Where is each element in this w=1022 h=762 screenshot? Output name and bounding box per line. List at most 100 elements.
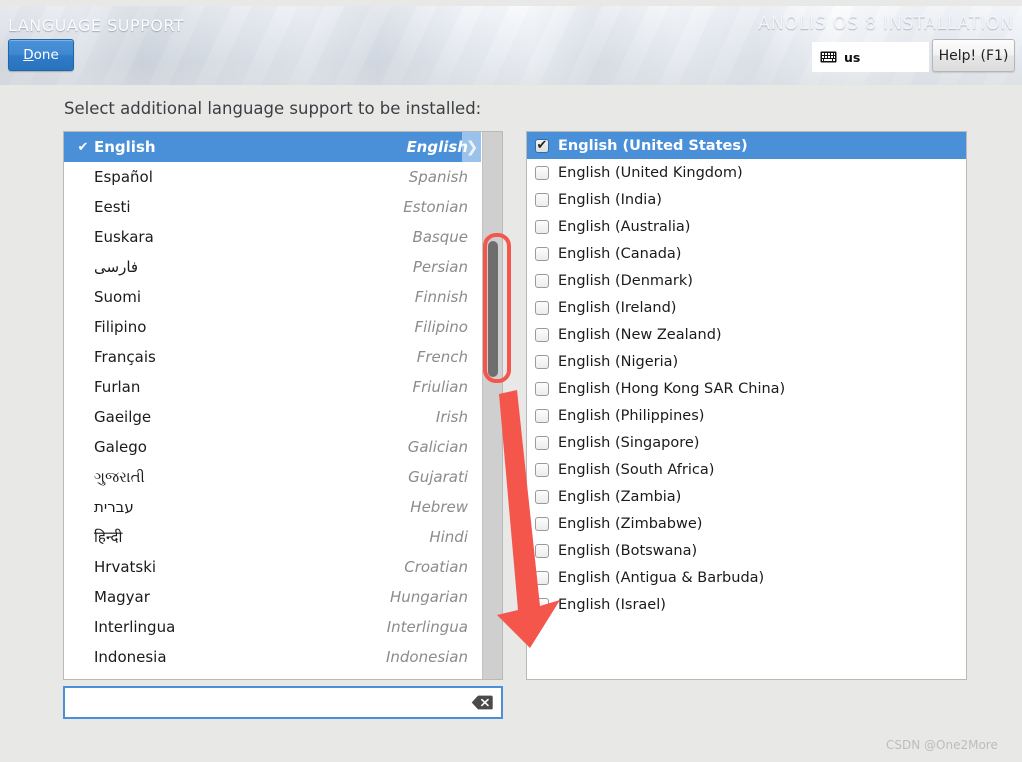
checkbox-icon[interactable] bbox=[535, 300, 549, 315]
checkbox-icon[interactable] bbox=[535, 489, 549, 504]
locale-row[interactable]: English (Antigua & Barbuda) bbox=[527, 564, 966, 591]
language-row[interactable]: עברית Hebrew bbox=[64, 492, 481, 522]
language-native-name: Gaeilge bbox=[94, 408, 152, 426]
keyboard-layout-indicator[interactable]: us bbox=[812, 42, 929, 72]
keyboard-icon bbox=[820, 51, 837, 64]
checkbox-icon[interactable] bbox=[535, 327, 549, 342]
locale-row[interactable]: English (Australia) bbox=[527, 213, 966, 240]
language-list[interactable]: ✔ English English ❯ Español Spanish Eesti Eston… bbox=[63, 131, 503, 680]
checkbox-icon[interactable] bbox=[535, 381, 549, 396]
language-native-name: Suomi bbox=[94, 288, 141, 306]
language-row[interactable]: Español Spanish bbox=[64, 162, 481, 192]
locale-list-rows: English (United States) English (United K… bbox=[527, 132, 966, 618]
locale-label: English (Canada) bbox=[558, 245, 682, 262]
checkbox-icon[interactable] bbox=[535, 219, 549, 234]
locale-row[interactable]: English (South Africa) bbox=[527, 456, 966, 483]
checkbox-icon[interactable] bbox=[535, 246, 549, 261]
clear-text-icon[interactable] bbox=[469, 694, 495, 712]
language-english-name: Friulian bbox=[412, 378, 468, 396]
language-row[interactable]: Suomi Finnish bbox=[64, 282, 481, 312]
checkbox-icon[interactable] bbox=[535, 435, 549, 450]
language-english-name: Finnish bbox=[414, 288, 468, 306]
checkbox-icon[interactable] bbox=[535, 570, 549, 585]
locale-row[interactable]: English (Singapore) bbox=[527, 429, 966, 456]
language-row[interactable]: Galego Galician bbox=[64, 432, 481, 462]
locale-row[interactable]: English (New Zealand) bbox=[527, 321, 966, 348]
locale-label: English (Botswana) bbox=[558, 542, 698, 559]
language-native-name: Furlan bbox=[94, 378, 141, 396]
locale-label: English (Singapore) bbox=[558, 434, 700, 451]
locale-row[interactable]: English (India) bbox=[527, 186, 966, 213]
done-button-mnemonic: D bbox=[23, 47, 34, 63]
locale-row[interactable]: English (Nigeria) bbox=[527, 348, 966, 375]
language-row[interactable]: ગુજરાતી Gujarati bbox=[64, 462, 481, 492]
language-english-name: Croatian bbox=[404, 558, 468, 576]
checkbox-icon[interactable] bbox=[535, 192, 549, 207]
language-row[interactable]: Magyar Hungarian bbox=[64, 582, 481, 612]
locale-label: English (Israel) bbox=[558, 596, 666, 613]
locale-row[interactable]: English (Philippines) bbox=[527, 402, 966, 429]
language-native-name: Euskara bbox=[94, 228, 154, 246]
language-row[interactable]: فارسی Persian bbox=[64, 252, 481, 282]
language-row[interactable]: Filipino Filipino bbox=[64, 312, 481, 342]
locale-row[interactable]: English (Hong Kong SAR China) bbox=[527, 375, 966, 402]
checkbox-icon[interactable] bbox=[535, 354, 549, 369]
checkbox-icon[interactable] bbox=[535, 543, 549, 558]
search-input[interactable] bbox=[65, 688, 469, 717]
checkbox-icon[interactable] bbox=[535, 165, 549, 180]
language-english-name: English bbox=[406, 138, 468, 156]
language-native-name: Filipino bbox=[94, 318, 147, 336]
product-title: ANOLIS OS 8 INSTALLATION bbox=[758, 14, 1014, 34]
language-list-scrollbar[interactable] bbox=[482, 132, 502, 679]
language-english-name: Hungarian bbox=[389, 588, 468, 606]
done-button-label: one bbox=[33, 47, 59, 63]
language-native-name: Interlingua bbox=[94, 618, 176, 636]
watermark: CSDN @One2More bbox=[886, 738, 998, 752]
language-row[interactable]: ✔ English English ❯ bbox=[64, 132, 482, 162]
language-row[interactable]: Euskara Basque bbox=[64, 222, 481, 252]
locale-list[interactable]: English (United States) English (United K… bbox=[526, 131, 967, 680]
locale-row[interactable]: English (Zambia) bbox=[527, 483, 966, 510]
installer-screen: LANGUAGE SUPPORT ANOLIS OS 8 INSTALLATIO… bbox=[0, 0, 1022, 762]
language-row[interactable]: Furlan Friulian bbox=[64, 372, 481, 402]
language-search-box[interactable] bbox=[63, 686, 503, 719]
done-button[interactable]: Done bbox=[8, 39, 74, 71]
locale-row[interactable]: English (Israel) bbox=[527, 591, 966, 618]
language-row[interactable]: हिन्दी Hindi bbox=[64, 522, 481, 552]
language-native-name: हिन्दी bbox=[94, 528, 123, 546]
language-row[interactable]: Français French bbox=[64, 342, 481, 372]
locale-row[interactable]: English (United States) bbox=[527, 132, 966, 159]
language-list-scrollbar-thumb[interactable] bbox=[488, 241, 498, 377]
language-row[interactable]: Eesti Estonian bbox=[64, 192, 481, 222]
language-native-name: עברית bbox=[94, 498, 134, 516]
checkbox-icon[interactable] bbox=[535, 273, 549, 288]
language-english-name: Interlingua bbox=[386, 618, 468, 636]
main-content: Select additional language support to be… bbox=[0, 85, 1022, 740]
locale-row[interactable]: English (Botswana) bbox=[527, 537, 966, 564]
language-english-name: Basque bbox=[412, 228, 468, 246]
language-native-name: Eesti bbox=[94, 198, 131, 216]
locale-row[interactable]: English (Zimbabwe) bbox=[527, 510, 966, 537]
language-row[interactable]: Interlingua Interlingua bbox=[64, 612, 481, 642]
locale-row[interactable]: English (Denmark) bbox=[527, 267, 966, 294]
language-english-name: Gujarati bbox=[408, 468, 468, 486]
checkbox-icon[interactable] bbox=[535, 597, 549, 612]
checkbox-icon[interactable] bbox=[535, 408, 549, 423]
locale-row[interactable]: English (Ireland) bbox=[527, 294, 966, 321]
language-english-name: Irish bbox=[435, 408, 468, 426]
locale-row[interactable]: English (United Kingdom) bbox=[527, 159, 966, 186]
checkbox-icon[interactable] bbox=[535, 462, 549, 477]
language-row[interactable]: Gaeilge Irish bbox=[64, 402, 481, 432]
language-row[interactable]: Hrvatski Croatian bbox=[64, 552, 481, 582]
check-icon: ✔ bbox=[77, 139, 89, 155]
language-english-name: Galician bbox=[407, 438, 468, 456]
locale-row[interactable]: English (Canada) bbox=[527, 240, 966, 267]
checkbox-icon[interactable] bbox=[535, 516, 549, 531]
language-native-name: Magyar bbox=[94, 588, 150, 606]
language-row[interactable]: Indonesia Indonesian bbox=[64, 642, 481, 672]
help-button[interactable]: Help! (F1) bbox=[932, 39, 1015, 72]
locale-label: English (Ireland) bbox=[558, 299, 677, 316]
checkbox-checked-icon[interactable] bbox=[535, 137, 549, 155]
language-english-name: Persian bbox=[412, 258, 468, 276]
locale-label: English (Philippines) bbox=[558, 407, 705, 424]
